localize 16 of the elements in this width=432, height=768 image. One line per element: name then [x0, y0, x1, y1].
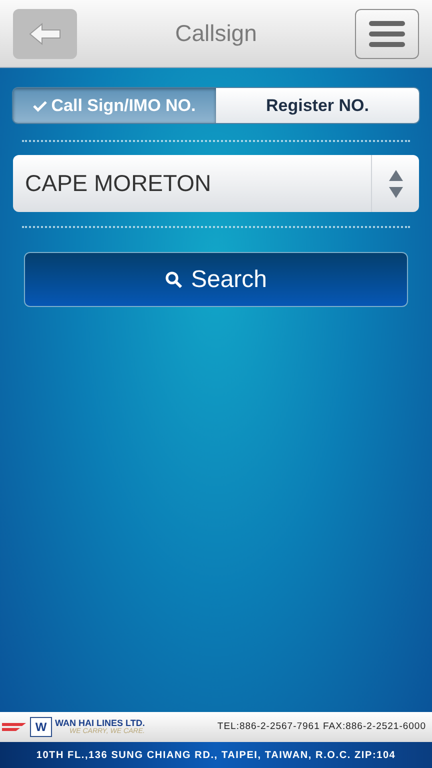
logo-letter: W — [35, 721, 47, 733]
menu-icon — [368, 20, 405, 48]
page-title: Callsign — [175, 19, 257, 48]
menu-button[interactable] — [354, 8, 419, 58]
tab[interactable]: Register NO. — [216, 88, 419, 123]
back-button[interactable] — [13, 8, 77, 58]
company-name: WAN HAI LINES LTD. — [55, 719, 145, 728]
search-icon — [164, 270, 183, 288]
contact-text: TEL:886-2-2567-7961 FAX:886-2-2521-6000 — [217, 720, 426, 734]
check-icon — [33, 100, 48, 112]
stripes-icon — [2, 721, 26, 733]
up-down-arrows-icon — [388, 170, 402, 198]
vessel-select[interactable]: CAPE MORETON — [13, 155, 419, 212]
left-arrow-icon — [28, 22, 62, 46]
address-text: 10TH FL.,136 SUNG CHIANG RD., TAIPEI, TAIWAN, R.O.C. ZIP:104 — [36, 748, 396, 762]
search-button[interactable]: Search — [24, 252, 408, 307]
